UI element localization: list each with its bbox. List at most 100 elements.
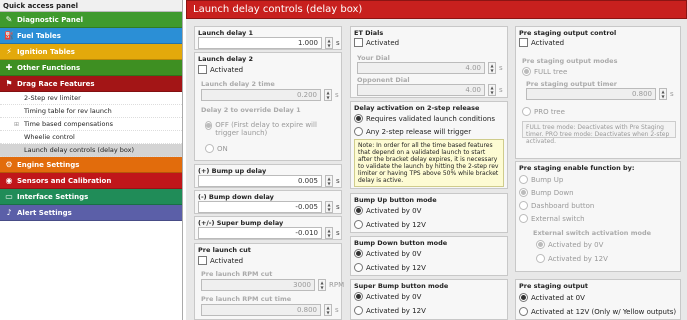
radio-label: Bump Up xyxy=(531,175,564,184)
enable-bump-down-radio[interactable] xyxy=(519,188,528,197)
enable-external-switch-radio[interactable] xyxy=(519,214,528,223)
external-0v-radio[interactable] xyxy=(536,240,545,249)
output-12v-radio[interactable] xyxy=(519,307,528,316)
pre-staging-output-control-panel: Pre staging output control Activated Pre… xyxy=(515,26,681,159)
launch-delay-2-checkbox[interactable] xyxy=(198,65,207,74)
super-bump-button-mode-panel: Super Bump button mode Activated by 0V A… xyxy=(350,279,508,320)
flag-icon: ⚑ xyxy=(5,79,13,88)
bump-up-delay-input[interactable]: 0.005 xyxy=(198,175,322,187)
radio-label: Activated at 12V (Only w/ Yellow outputs… xyxy=(531,307,677,316)
launch-delay-2-title: Launch delay 2 xyxy=(198,55,254,63)
super-bump-delay-spinner[interactable]: ▲ ▼ xyxy=(325,227,333,239)
sidebar-subitem[interactable]: Timing table for rev launch xyxy=(0,105,182,118)
unit-label: s xyxy=(670,90,674,98)
enable-bump-up-radio[interactable] xyxy=(519,175,528,184)
super-bump-button-mode-title: Super Bump button mode xyxy=(354,282,449,290)
checkbox-label: Activated xyxy=(366,38,400,47)
radio-label: Activated by 0V xyxy=(366,206,422,215)
pre-staging-timer-input[interactable]: 0.800 xyxy=(526,88,656,100)
radio-label: External switch xyxy=(531,214,585,223)
bump-down-delay-panel: (-) Bump down delay -0.005 ▲ ▼ s xyxy=(194,190,342,214)
radio-label: Activated by 0V xyxy=(366,249,422,258)
sidebar-subitem[interactable]: Wheelie control xyxy=(0,131,182,144)
super-bump-delay-input[interactable]: -0.010 xyxy=(198,227,322,239)
override-on-radio[interactable] xyxy=(205,144,214,153)
full-tree-radio[interactable] xyxy=(522,67,531,76)
bump-up-0v-radio[interactable] xyxy=(354,206,363,215)
sidebar-category-interface-settings[interactable]: ▭ Interface Settings xyxy=(0,189,182,205)
pre-launch-cut-panel: Pre launch cut Activated Pre launch RPM … xyxy=(194,243,344,320)
tree-expander-icon[interactable]: ⊞ xyxy=(14,121,24,128)
checkbox-label: Activated xyxy=(210,65,244,74)
delay-activation-note: Note: In order for all the time based fe… xyxy=(354,139,504,187)
launch-delay-1-input[interactable]: 1.000 xyxy=(198,37,322,49)
launch-delay-2-time-spinner[interactable]: ▲ ▼ xyxy=(324,89,332,101)
pre-staging-timer-spinner[interactable]: ▲ ▼ xyxy=(659,88,667,100)
pro-tree-radio[interactable] xyxy=(522,107,531,116)
any-release-radio[interactable] xyxy=(354,127,363,136)
sidebar-category-drag-race-features[interactable]: ⚑ Drag Race Features xyxy=(0,76,182,92)
radio-label: Activated by 12V xyxy=(366,306,426,315)
super-bump-0v-radio[interactable] xyxy=(354,292,363,301)
radio-label: Any 2-step release will trigger xyxy=(366,127,472,136)
sidebar-category-other-functions[interactable]: ✚ Other Functions xyxy=(0,60,182,76)
bump-up-12v-radio[interactable] xyxy=(354,220,363,229)
opponent-dial-label: Opponent Dial xyxy=(357,76,410,84)
bump-down-delay-input[interactable]: -0.005 xyxy=(198,201,322,213)
pre-launch-cut-title: Pre launch cut xyxy=(198,246,251,254)
super-bump-12v-radio[interactable] xyxy=(354,306,363,315)
sidebar-category-fuel-tables[interactable]: ⛽ Fuel Tables xyxy=(0,28,182,44)
your-dial-label: Your Dial xyxy=(357,54,390,62)
sidebar-subitem[interactable]: Launch delay controls (delay box) xyxy=(0,144,182,157)
pre-launch-cut-time-spinner[interactable]: ▲ ▼ xyxy=(324,304,332,316)
sidebar-category-diagnostic-panel[interactable]: ✎ Diagnostic Panel xyxy=(0,12,182,28)
pre-launch-rpm-spinner[interactable]: ▲ ▼ xyxy=(318,279,326,291)
sidebar-category-engine-settings[interactable]: ⚙ Engine Settings xyxy=(0,157,182,173)
your-dial-spinner[interactable]: ▲ ▼ xyxy=(488,62,496,74)
quick-access-title: Quick access panel xyxy=(0,0,182,12)
pre-launch-cut-checkbox[interactable] xyxy=(198,256,207,265)
pre-launch-cut-time-input[interactable]: 0.800 xyxy=(201,304,321,316)
checkbox-label: Activated xyxy=(531,38,565,47)
output-0v-radio[interactable] xyxy=(519,293,528,302)
launch-delay-2-panel: Launch delay 2 Activated Launch delay 2 … xyxy=(194,52,342,161)
bump-up-delay-spinner[interactable]: ▲ ▼ xyxy=(325,175,333,187)
checkbox-label: Activated xyxy=(210,256,244,265)
launch-delay-1-spinner[interactable]: ▲ ▼ xyxy=(325,37,333,49)
pre-staging-enable-panel: Pre staging enable function by: Bump Up … xyxy=(515,161,681,272)
sensor-icon: ◉ xyxy=(5,176,13,185)
pre-launch-rpm-input[interactable]: 3000 xyxy=(201,279,315,291)
pre-staging-control-checkbox[interactable] xyxy=(519,38,528,47)
external-12v-radio[interactable] xyxy=(536,254,545,263)
puzzle-icon: ✚ xyxy=(5,63,13,72)
your-dial-input[interactable]: 4.00 xyxy=(357,62,485,74)
launch-delay-2-time-label: Launch delay 2 time xyxy=(201,80,275,88)
pre-launch-cut-time-label: Pre launch RPM cut time xyxy=(201,295,292,303)
requires-validated-radio[interactable] xyxy=(354,114,363,123)
et-dials-checkbox[interactable] xyxy=(354,38,363,47)
sidebar-category-label: Fuel Tables xyxy=(17,31,61,40)
radio-label: Activated by 0V xyxy=(548,240,604,249)
bump-up-button-mode-title: Bump Up button mode xyxy=(354,196,437,204)
main-panel: Launch delay controls (delay box) Launch… xyxy=(186,0,687,320)
spark-icon: ⚡ xyxy=(6,47,12,56)
enable-dashboard-radio[interactable] xyxy=(519,201,528,210)
bump-down-0v-radio[interactable] xyxy=(354,249,363,258)
override-off-radio[interactable] xyxy=(205,121,213,130)
sidebar-category-ignition-tables[interactable]: ⚡ Ignition Tables xyxy=(0,44,182,60)
sidebar-subitem[interactable]: 2-Step rev limiter xyxy=(0,92,182,105)
sidebar-category-sensors-and-calibration[interactable]: ◉ Sensors and Calibration xyxy=(0,173,182,189)
opponent-dial-input[interactable]: 4.00 xyxy=(357,84,485,96)
super-bump-delay-panel: (+/-) Super bump delay -0.010 ▲ ▼ s xyxy=(194,216,342,240)
sidebar-category-label: Diagnostic Panel xyxy=(17,15,84,24)
bump-down-button-mode-title: Bump Down button mode xyxy=(354,239,448,247)
sidebar-category-label: Drag Race Features xyxy=(17,79,95,88)
sidebar-category-alert-settings[interactable]: ♪ Alert Settings xyxy=(0,205,182,221)
sidebar-subitem[interactable]: ⊞ Time based compensations xyxy=(0,118,182,131)
fuel-nozzle-icon: ⛽ xyxy=(4,31,14,40)
unit-label: s xyxy=(499,86,503,94)
opponent-dial-spinner[interactable]: ▲ ▼ xyxy=(488,84,496,96)
launch-delay-2-time-input[interactable]: 0.200 xyxy=(201,89,321,101)
bump-down-delay-spinner[interactable]: ▲ ▼ xyxy=(325,201,333,213)
bump-down-12v-radio[interactable] xyxy=(354,263,363,272)
